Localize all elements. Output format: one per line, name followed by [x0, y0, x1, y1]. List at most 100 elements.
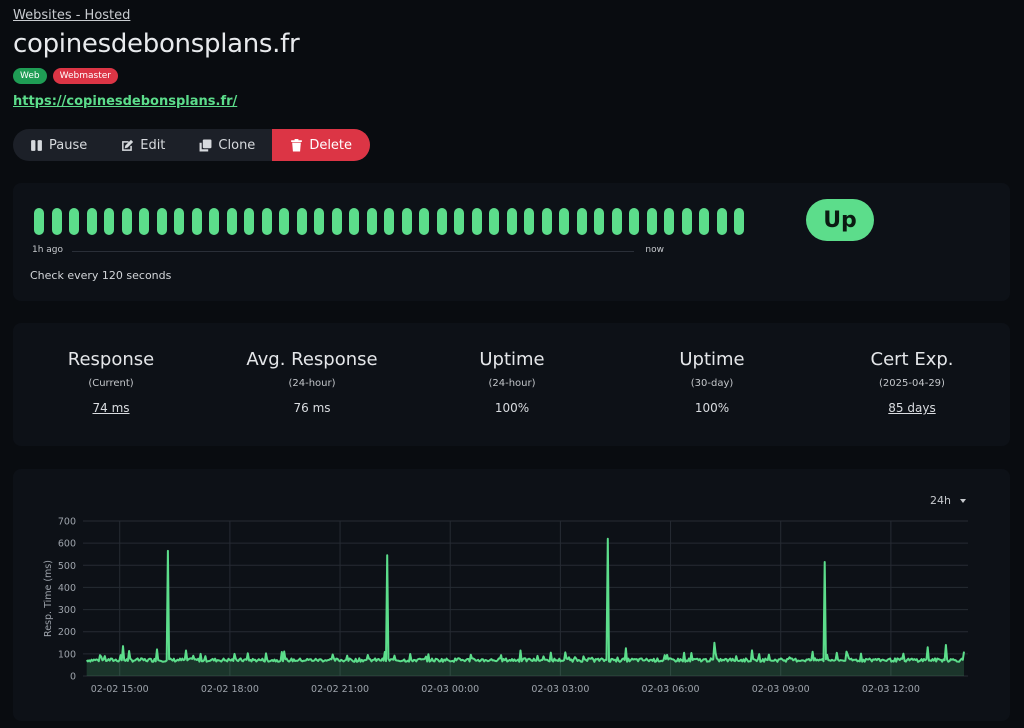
heartbeat-beat[interactable]	[559, 208, 569, 235]
heartbeat-beat[interactable]	[104, 208, 114, 235]
heartbeat-beat[interactable]	[419, 208, 429, 235]
heartbeat-beat[interactable]	[664, 208, 674, 235]
stats-card: Response (Current) 74 ms Avg. Response (…	[13, 323, 1010, 446]
stat-uptime-30d: Uptime (30-day) 100%	[622, 349, 802, 415]
x-tick-label: 02-03 00:00	[421, 684, 479, 695]
response-area	[86, 538, 964, 676]
heartbeat-beat[interactable]	[86, 208, 97, 235]
heartbeat-beat[interactable]	[51, 208, 62, 235]
stat-value: 76 ms	[293, 401, 331, 415]
y-tick-label: 100	[58, 649, 76, 660]
heartbeat-timeline: 1h ago now	[32, 245, 664, 259]
heartbeat-beat[interactable]	[681, 208, 692, 235]
x-tick-label: 02-03 12:00	[862, 684, 920, 695]
heartbeat-beat[interactable]	[174, 208, 184, 235]
timeline-end-label: now	[645, 245, 664, 255]
heartbeat-beat[interactable]	[471, 208, 482, 235]
stat-title: Cert Exp.	[870, 349, 954, 370]
site-url-link[interactable]: https://copinesdebonsplans.fr/	[13, 94, 237, 109]
x-tick-label: 02-03 09:00	[752, 684, 810, 695]
heartbeat-beat[interactable]	[646, 208, 657, 235]
heartbeat-beat[interactable]	[296, 208, 307, 235]
y-tick-label: 700	[58, 517, 76, 528]
heartbeat-card: 1h ago now Check every 120 seconds Up	[13, 183, 1010, 301]
y-tick-label: 0	[70, 672, 76, 683]
tag-webmaster: Webmaster	[52, 68, 118, 84]
stat-uptime-24h: Uptime (24-hour) 100%	[422, 349, 602, 415]
y-tick-label: 300	[58, 605, 76, 616]
breadcrumb[interactable]: Websites - Hosted	[13, 8, 130, 23]
heartbeat-beat[interactable]	[156, 208, 167, 235]
heartbeat-beat[interactable]	[576, 208, 587, 235]
heartbeat-beat[interactable]	[121, 208, 132, 235]
tag-list: Web Webmaster	[13, 68, 118, 84]
heartbeat-beat[interactable]	[209, 208, 219, 235]
stat-subtitle: (24-hour)	[288, 378, 336, 389]
y-tick-label: 500	[58, 561, 76, 572]
response-chart-card: 24h 0 100 200 300 400 500 600 700 02-02 15:00 02-…	[13, 469, 1010, 721]
stat-title: Uptime	[479, 349, 545, 370]
edit-label: Edit	[140, 137, 166, 153]
heartbeat-beat[interactable]	[69, 208, 79, 235]
heartbeat-beat[interactable]	[716, 208, 727, 235]
x-tick-label: 02-02 15:00	[91, 684, 149, 695]
pause-button[interactable]: Pause	[13, 129, 104, 161]
heartbeat-beat[interactable]	[244, 208, 254, 235]
stat-subtitle: (Current)	[88, 378, 134, 389]
x-tick-label: 02-02 21:00	[311, 684, 369, 695]
heartbeat-beat[interactable]	[699, 208, 709, 235]
heartbeat-beat[interactable]	[401, 208, 412, 235]
timeline-start-label: 1h ago	[32, 245, 64, 255]
y-tick-label: 600	[58, 539, 76, 550]
heartbeat-beat[interactable]	[489, 208, 499, 235]
y-tick-label: 400	[58, 583, 76, 594]
edit-icon	[122, 139, 134, 151]
stat-value: 100%	[694, 401, 730, 415]
pause-label: Pause	[49, 137, 88, 153]
heartbeat-beat[interactable]	[191, 208, 202, 235]
clone-icon	[199, 139, 212, 151]
stat-value: 100%	[494, 401, 530, 415]
stat-title: Uptime	[679, 349, 745, 370]
heartbeat-beat[interactable]	[139, 208, 149, 235]
heartbeat-beat[interactable]	[524, 208, 534, 235]
check-interval-text: Check every 120 seconds	[30, 269, 172, 282]
heartbeat-beat[interactable]	[734, 208, 744, 235]
heartbeat-beat[interactable]	[226, 208, 237, 235]
tag-web: Web	[13, 68, 47, 84]
heartbeat-beat[interactable]	[541, 208, 552, 235]
heartbeat-beat[interactable]	[349, 208, 359, 235]
heartbeat-beat[interactable]	[314, 208, 324, 235]
heartbeat-beat[interactable]	[384, 208, 394, 235]
status-badge: Up	[806, 199, 874, 241]
heartbeat-beat[interactable]	[279, 208, 289, 235]
edit-button[interactable]: Edit	[104, 129, 182, 161]
heartbeat-beat[interactable]	[331, 208, 342, 235]
stat-response: Response (Current) 74 ms	[21, 349, 201, 415]
stat-subtitle: (24-hour)	[488, 378, 536, 389]
clone-label: Clone	[218, 137, 256, 153]
x-tick-label: 02-03 03:00	[531, 684, 589, 695]
clone-button[interactable]: Clone	[182, 129, 272, 161]
stat-cert-expiry: Cert Exp. (2025-04-29) 85 days	[822, 349, 1002, 415]
heartbeat-beat[interactable]	[454, 208, 464, 235]
page-title: copinesdebonsplans.fr	[13, 29, 300, 59]
delete-label: Delete	[309, 137, 353, 153]
stat-subtitle: (2025-04-29)	[879, 378, 945, 389]
stat-avg-response: Avg. Response (24-hour) 76 ms	[222, 349, 402, 415]
heartbeat-beat[interactable]	[506, 208, 517, 235]
trash-icon	[291, 138, 303, 151]
heartbeat-beat[interactable]	[366, 208, 377, 235]
heartbeat-beat[interactable]	[261, 208, 272, 235]
heartbeat-beat[interactable]	[611, 208, 622, 235]
heartbeat-beat[interactable]	[594, 208, 604, 235]
heartbeat-beat[interactable]	[629, 208, 639, 235]
response-line	[85, 537, 965, 663]
heartbeat-beat[interactable]	[34, 208, 44, 235]
stat-value-link[interactable]: 85 days	[822, 401, 1002, 415]
heartbeat-beat[interactable]	[436, 208, 447, 235]
response-time-chart: 0 100 200 300 400 500 600 700 02-02 15:00 02-02 1…	[43, 517, 968, 695]
stat-title: Avg. Response	[246, 349, 378, 370]
delete-button[interactable]: Delete	[272, 129, 371, 161]
stat-value-link[interactable]: 74 ms	[21, 401, 201, 415]
